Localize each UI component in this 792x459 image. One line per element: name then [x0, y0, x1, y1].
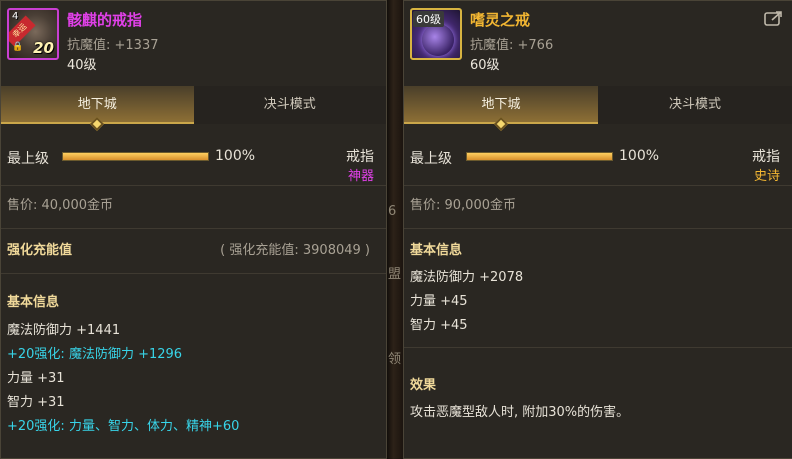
equip-slot: 戒指: [752, 149, 780, 165]
ring-orb-graphic: [422, 24, 454, 56]
level-tag: 60级: [413, 11, 444, 27]
enhance-charge-value: ( 强化充能值: 3908049 ): [220, 243, 370, 258]
stat-line: 智力 +45: [410, 318, 468, 333]
item-header: 4 幸运 🔒 20 骸麒的戒指 抗魔值: +1337 40级: [1, 1, 386, 79]
item-tooltip-left: 4 幸运 🔒 20 骸麒的戒指 抗魔值: +1337 40级 地下城 决斗模式 …: [0, 0, 387, 459]
enhance-charge-title: 强化充能值: [7, 243, 73, 258]
ring-item-icon[interactable]: 60级: [410, 8, 462, 60]
grade-progress-fill: [63, 153, 208, 160]
tab-duel-label: 决斗模式: [668, 97, 721, 112]
grade-progress-bar: [466, 152, 613, 161]
divider: [1, 273, 386, 274]
tab-dungeon-label: 地下城: [481, 97, 521, 112]
basic-info-title: 基本信息: [410, 243, 463, 258]
item-header: 60级 嗜灵之戒 抗魔值: +766 60级: [404, 1, 792, 79]
divider: [404, 347, 792, 348]
stat-line: 智力 +31: [7, 395, 65, 410]
tab-dungeon[interactable]: 地下城: [1, 86, 194, 132]
grade-percent: 100%: [619, 148, 660, 164]
grade-label: 最上级: [7, 151, 49, 167]
grade-progress-fill: [467, 153, 612, 160]
item-tooltip-right: 60级 嗜灵之戒 抗魔值: +766 60级 地下城 决斗模式 最上级 100%…: [403, 0, 792, 459]
share-icon[interactable]: [764, 9, 784, 27]
equip-slot: 戒指: [346, 149, 374, 165]
sell-price: 售价: 40,000金币: [7, 198, 113, 213]
background-glyph: 领: [388, 352, 402, 367]
item-resist-stat: 抗魔值: +1337: [67, 38, 159, 53]
rarity-label: 神器: [347, 169, 374, 184]
rarity-label: 史诗: [753, 169, 780, 184]
mode-tabs: 地下城 决斗模式: [1, 86, 386, 132]
divider: [1, 185, 386, 186]
icon-count: 4: [12, 11, 19, 22]
stat-line: 魔法防御力 +2078: [410, 270, 524, 285]
mode-tabs: 地下城 决斗模式: [404, 86, 792, 132]
divider: [404, 228, 792, 229]
tab-duel[interactable]: 决斗模式: [598, 86, 792, 124]
stat-line: 魔法防御力 +1441: [7, 323, 121, 338]
item-level: 60级: [470, 58, 500, 73]
grade-percent: 100%: [215, 148, 256, 164]
stat-line: 力量 +31: [7, 371, 65, 386]
enhance-level-badge: 20: [33, 39, 54, 57]
grade-progress-bar: [62, 152, 209, 161]
stat-line: +20强化: 魔法防御力 +1296: [7, 347, 183, 362]
item-name: 骸麒的戒指: [67, 11, 143, 29]
background-glyph: 盟: [388, 267, 402, 282]
panel-gap: [387, 0, 403, 459]
tab-duel-label: 决斗模式: [263, 97, 316, 112]
active-tab-indicator: [493, 116, 509, 132]
effect-description: 攻击恶魔型敌人时, 附加30%的伤害。: [410, 405, 630, 420]
basic-info-title: 基本信息: [7, 295, 60, 310]
ring-item-icon[interactable]: 4 幸运 🔒 20: [7, 8, 59, 60]
sell-price: 售价: 90,000金币: [410, 198, 516, 213]
active-tab-indicator: [90, 116, 105, 132]
divider: [1, 228, 386, 229]
item-name: 嗜灵之戒: [470, 11, 531, 29]
divider: [404, 185, 792, 186]
tab-duel[interactable]: 决斗模式: [193, 86, 386, 124]
tab-dungeon[interactable]: 地下城: [404, 86, 598, 132]
background-glyph: 6: [388, 204, 397, 219]
stat-line: 力量 +45: [410, 294, 468, 309]
item-resist-stat: 抗魔值: +766: [470, 38, 554, 53]
tab-dungeon-label: 地下城: [77, 97, 117, 112]
grade-label: 最上级: [410, 151, 452, 167]
item-level: 40级: [67, 58, 97, 73]
lock-icon: 🔒: [12, 42, 24, 52]
stat-line: +20强化: 力量、智力、体力、精神+60: [7, 419, 240, 434]
effect-title: 效果: [410, 378, 437, 393]
